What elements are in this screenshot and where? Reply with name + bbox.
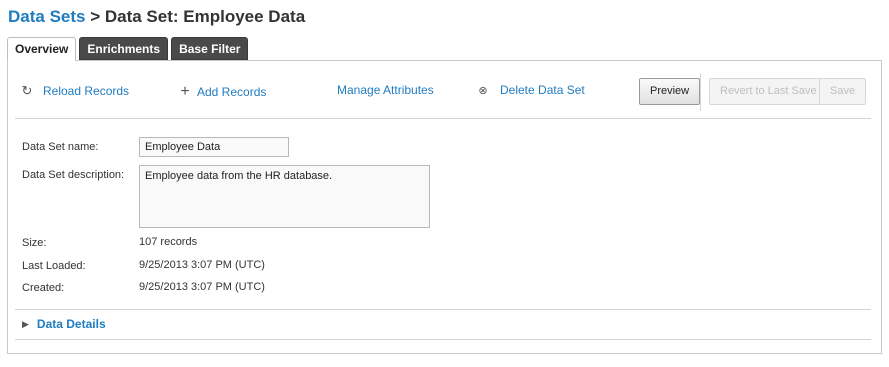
details-divider-top <box>15 309 871 310</box>
page-title: Data Set: Employee Data <box>104 7 306 26</box>
size-label: Size: <box>22 237 47 249</box>
reload-records-button[interactable]: ↻ Reload Records <box>20 83 130 99</box>
manage-attributes-label: Manage Attributes <box>337 83 434 97</box>
toolbar: ↻ Reload Records + Add Records Manage At… <box>8 61 881 118</box>
delete-data-set-label: Delete Data Set <box>500 83 585 97</box>
breadcrumb-data-sets-link[interactable]: Data Sets <box>8 7 85 26</box>
data-set-description-field[interactable]: Employee data from the HR database. <box>139 165 430 228</box>
overview-panel: ↻ Reload Records + Add Records Manage At… <box>7 60 882 354</box>
triangle-right-icon: ▶ <box>22 318 29 329</box>
details-divider-bottom <box>15 339 871 340</box>
breadcrumb-separator: > <box>85 7 105 26</box>
toolbar-divider-line <box>15 118 871 119</box>
preview-button[interactable]: Preview <box>639 78 701 105</box>
tab-bar: Overview Enrichments Base Filter <box>7 37 249 61</box>
last-loaded-label: Last Loaded: <box>22 260 86 272</box>
revert-to-last-save-button[interactable]: Revert to Last Save <box>709 78 828 105</box>
data-set-name-label: Data Set name: <box>22 141 99 153</box>
breadcrumb: Data Sets > Data Set: Employee Data <box>8 7 305 27</box>
tab-base-filter[interactable]: Base Filter <box>171 37 249 60</box>
plus-icon: + <box>180 83 190 100</box>
data-set-description-label: Data Set description: <box>22 169 125 181</box>
add-records-label: Add Records <box>197 85 267 99</box>
delete-data-set-button[interactable]: ⊗ Delete Data Set <box>476 83 585 97</box>
circle-x-icon: ⊗ <box>478 84 488 97</box>
add-records-button[interactable]: + Add Records <box>178 83 266 101</box>
created-value: 9/25/2013 3:07 PM (UTC) <box>139 281 265 293</box>
toolbar-divider <box>700 73 701 111</box>
last-loaded-value: 9/25/2013 3:07 PM (UTC) <box>139 259 265 271</box>
reload-icon: ↻ <box>21 83 33 98</box>
data-set-name-field[interactable]: Employee Data <box>139 137 289 157</box>
tab-enrichments[interactable]: Enrichments <box>79 37 169 60</box>
data-details-label: Data Details <box>36 317 106 331</box>
tab-overview[interactable]: Overview <box>7 37 77 61</box>
created-label: Created: <box>22 282 65 294</box>
manage-attributes-link[interactable]: Manage Attributes <box>337 83 434 97</box>
reload-records-label: Reload Records <box>43 84 130 98</box>
size-value: 107 records <box>139 236 198 248</box>
data-details-toggle[interactable]: ▶ Data Details <box>22 317 106 331</box>
save-button[interactable]: Save <box>819 78 867 105</box>
